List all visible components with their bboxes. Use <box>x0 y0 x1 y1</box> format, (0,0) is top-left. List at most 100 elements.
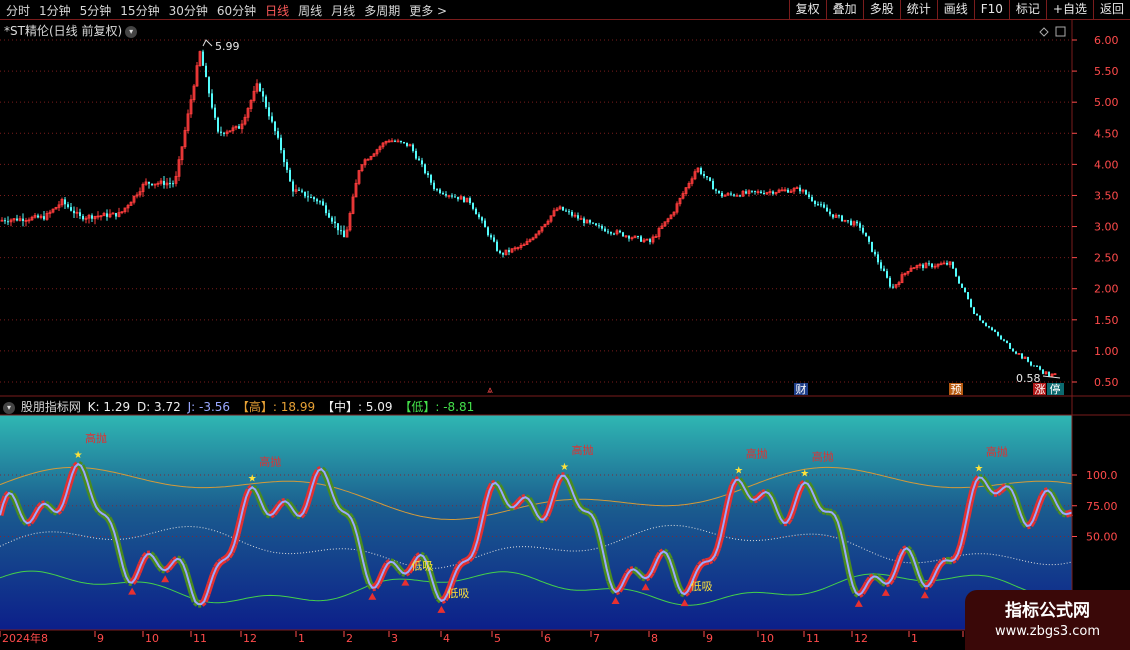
candle-body <box>277 131 279 138</box>
candle-body <box>106 213 108 217</box>
candle-body <box>994 330 996 332</box>
candle-body <box>280 137 282 151</box>
candle-body <box>445 194 447 196</box>
high-arrow <box>202 39 213 47</box>
star-icon: ★ <box>560 462 569 473</box>
candle-body <box>490 235 492 238</box>
candle-body <box>780 189 784 192</box>
candle-body <box>823 204 825 208</box>
candle-body <box>739 195 741 197</box>
date-axis: 2024年8910111212345678910111212 <box>0 631 972 645</box>
chart-canvas[interactable]: 5.990.58⩓ 财预涨停 ★高抛★高抛低吸低吸★高抛低吸★高抛★高抛★高抛 6… <box>0 0 1130 650</box>
candle-body <box>310 197 312 199</box>
candle-body <box>988 326 990 328</box>
candle-body <box>475 208 477 215</box>
candle-body <box>151 183 153 186</box>
candle-body <box>718 190 720 193</box>
candle-body <box>214 107 216 118</box>
candle-body <box>787 189 789 193</box>
candle-body <box>961 283 963 288</box>
candle-body <box>469 198 471 204</box>
candle-body <box>202 51 204 66</box>
event-arrow-icon: ⩓ <box>487 385 493 396</box>
candle-body <box>169 183 171 185</box>
chevron-down-icon[interactable]: ▾ <box>3 401 15 414</box>
date-tick: 12 <box>243 632 257 645</box>
candle-body <box>979 315 981 321</box>
candle-body <box>967 292 969 300</box>
yu-badge: 预 <box>951 383 962 396</box>
candle-body <box>868 236 870 242</box>
candle-body <box>163 180 165 185</box>
candle-body <box>706 176 708 178</box>
candle-body <box>1021 353 1023 359</box>
price-tick: 4.00 <box>1094 158 1119 171</box>
buy-label: 低吸 <box>411 560 433 573</box>
candle-body <box>283 150 285 163</box>
candle-body <box>436 189 438 191</box>
high-value: 【高】: 18.99 <box>236 400 316 414</box>
price-tick: 1.50 <box>1094 314 1119 327</box>
candle-body <box>442 193 444 195</box>
candle-body <box>826 207 828 212</box>
candle-body <box>991 327 993 331</box>
star-icon: ★ <box>974 463 983 474</box>
price-tick: 1.00 <box>1094 345 1119 358</box>
candle-body <box>451 195 453 197</box>
date-tick: 3 <box>391 632 398 645</box>
candle-body <box>223 132 225 134</box>
candle-body <box>922 264 924 268</box>
candle-body <box>772 191 774 194</box>
price-tick: 2.00 <box>1094 283 1119 296</box>
price-tick: 3.50 <box>1094 189 1119 202</box>
candle-body <box>304 191 306 197</box>
date-tick: 8 <box>651 632 658 645</box>
cai-badge: 财 <box>796 382 807 396</box>
candle-body <box>457 196 459 200</box>
candle-body <box>820 204 822 206</box>
candle-body <box>424 164 426 174</box>
candle-body <box>745 191 747 194</box>
candle-body <box>1048 371 1050 377</box>
candle-body <box>265 96 267 108</box>
candle-body <box>400 140 402 143</box>
sell-label: 高抛 <box>259 454 281 468</box>
candle-body <box>712 180 714 190</box>
candle-body <box>817 204 819 206</box>
candle-body <box>325 205 327 214</box>
candle-body <box>481 217 483 221</box>
candle-body <box>733 194 735 196</box>
candle-body <box>892 286 894 288</box>
candle-body <box>601 225 603 229</box>
candle-body <box>79 212 81 216</box>
watermark-title: 指标公式网 <box>1005 601 1090 621</box>
candle-body <box>976 314 978 316</box>
candle-body <box>322 201 324 206</box>
indicator-name[interactable]: 股朋指标网 <box>21 400 81 414</box>
candle-body <box>334 221 336 224</box>
candle-body <box>259 83 261 92</box>
candlesticks: 5.990.58⩓ 财预涨停 <box>0 26 1066 396</box>
candle-body <box>598 225 600 227</box>
candle-body <box>592 222 594 224</box>
candle-body <box>628 235 630 239</box>
candle-body <box>313 197 315 200</box>
indicator-tick: 50.00 <box>1086 531 1118 544</box>
candle-body <box>1030 361 1032 366</box>
candle-body <box>148 181 150 184</box>
candle-body <box>172 183 174 185</box>
date-tick: 11 <box>806 632 820 645</box>
candle-body <box>946 262 948 265</box>
candle-body <box>973 307 975 315</box>
candle-body <box>289 169 291 182</box>
price-tick: 5.50 <box>1094 65 1119 78</box>
chevron-down-icon[interactable]: ▾ <box>125 25 138 38</box>
candle-body <box>478 214 480 218</box>
candle-body <box>583 218 585 224</box>
candle-body <box>493 237 495 242</box>
candle-body <box>700 168 702 174</box>
candle-body <box>1027 357 1029 362</box>
candle-body <box>571 212 573 216</box>
candle-body <box>880 262 882 269</box>
candle-body <box>838 215 840 217</box>
